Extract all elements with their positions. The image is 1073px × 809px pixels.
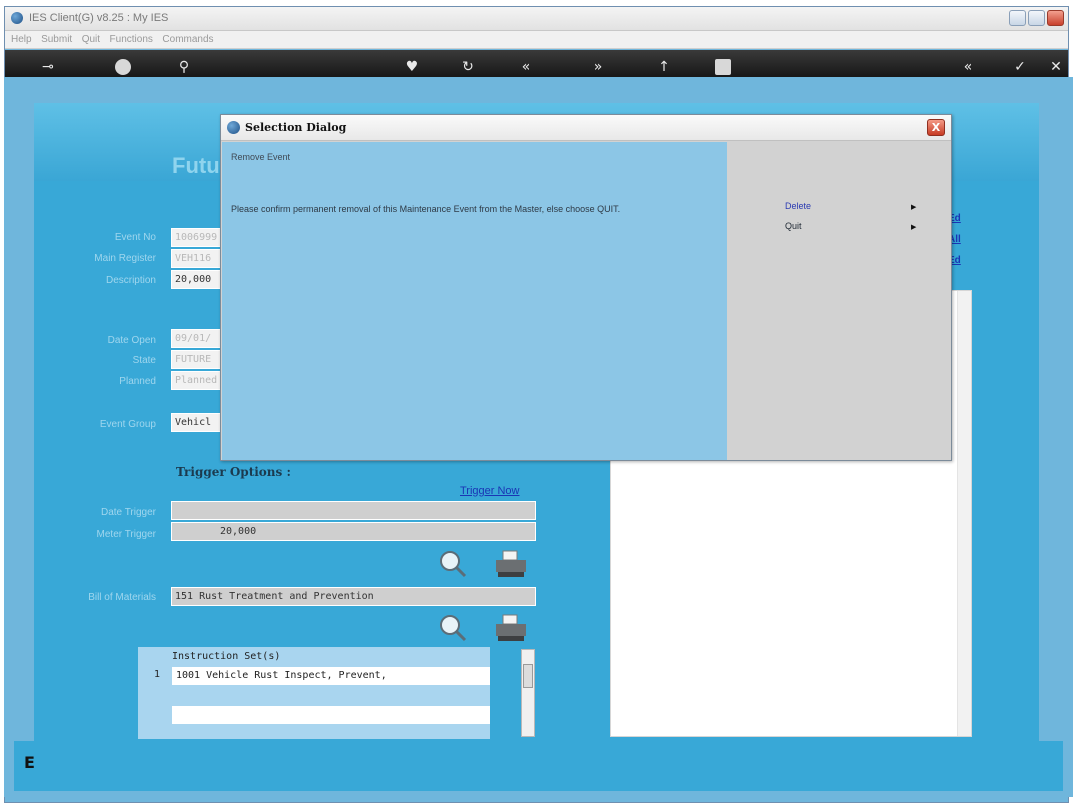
dialog-message: Please confirm permanent removal of this…: [231, 204, 621, 214]
selection-dialog: Selection Dialog X Remove Event Please c…: [220, 114, 952, 461]
printer-icon[interactable]: [494, 549, 528, 579]
search-icon[interactable]: [438, 613, 468, 643]
submenu-arrow-icon: ▶: [911, 203, 917, 211]
event-no-field[interactable]: 1006999: [171, 228, 221, 247]
fast-forward-icon[interactable]: »: [587, 58, 609, 76]
event-no-label: Event No: [114, 232, 156, 243]
menu-help[interactable]: Help: [11, 34, 32, 45]
fast-back-icon[interactable]: «: [957, 58, 979, 76]
date-trigger-label: Date Trigger: [100, 507, 156, 518]
description-field[interactable]: 20,000: [171, 270, 221, 289]
dialog-heading: Remove Event: [231, 152, 291, 162]
dialog-title-bar: Selection Dialog X: [221, 115, 951, 141]
app-logo-icon: [11, 12, 23, 24]
instruction-set-header: Instruction Set(s): [172, 651, 281, 662]
key-icon[interactable]: ⊸: [33, 58, 63, 76]
up-icon[interactable]: ↑: [653, 58, 675, 76]
menu-commands[interactable]: Commands: [162, 34, 213, 45]
planned-label: Planned: [119, 376, 156, 387]
main-register-field[interactable]: VEH116: [171, 249, 221, 268]
menu-submit[interactable]: Submit: [41, 34, 72, 45]
refresh-icon[interactable]: ↻: [457, 58, 479, 76]
state-label: State: [132, 355, 156, 366]
date-trigger-field[interactable]: [171, 501, 536, 520]
app-logo-icon: [227, 121, 240, 134]
form-title: Futu: [172, 153, 220, 178]
printer-icon[interactable]: [494, 613, 528, 643]
dialog-close-button[interactable]: X: [927, 119, 945, 136]
menu-functions[interactable]: Functions: [110, 34, 153, 45]
help-icon[interactable]: [115, 59, 131, 75]
main-register-label: Main Register: [94, 253, 156, 264]
date-open-field[interactable]: 09/01/: [171, 329, 221, 348]
bottom-letter: E: [24, 753, 35, 772]
search-icon[interactable]: [438, 549, 468, 579]
list-item-empty[interactable]: [172, 706, 490, 724]
instruction-set-scrollbar[interactable]: [521, 649, 535, 737]
menu-bar: Help Submit Quit Functions Commands: [5, 31, 1068, 49]
stop-icon[interactable]: [715, 59, 731, 75]
submenu-arrow-icon: ▶: [911, 223, 917, 231]
row-number: 1: [154, 669, 161, 680]
trigger-options-title: Trigger Options :: [176, 465, 291, 479]
search-icon[interactable]: ⚲: [173, 58, 195, 76]
heart-icon[interactable]: ♥: [401, 58, 423, 76]
close-icon[interactable]: ✕: [1045, 58, 1067, 76]
trigger-now-link[interactable]: Trigger Now: [460, 485, 520, 497]
planned-field[interactable]: Planned: [171, 371, 221, 390]
maximize-button[interactable]: [1028, 10, 1045, 26]
meter-trigger-field[interactable]: 20,000: [171, 522, 536, 541]
window-title: IES Client(G) v8.25 : My IES: [29, 12, 169, 24]
dialog-message-area: Remove Event Please confirm permanent re…: [222, 142, 727, 460]
bill-of-materials-label: Bill of Materials: [88, 592, 156, 603]
event-group-label: Event Group: [99, 419, 156, 430]
list-item[interactable]: 1001 Vehicle Rust Inspect, Prevent,: [172, 667, 490, 685]
minimize-button[interactable]: [1009, 10, 1026, 26]
close-window-button[interactable]: [1047, 10, 1064, 26]
scrollbar-thumb[interactable]: [523, 664, 533, 688]
notes-scrollbar[interactable]: [957, 291, 971, 736]
date-open-label: Date Open: [107, 335, 156, 346]
menu-quit[interactable]: Quit: [82, 34, 100, 45]
description-label: Description: [105, 275, 156, 286]
rewind-icon[interactable]: «: [515, 58, 537, 76]
dialog-title: Selection Dialog: [245, 121, 347, 134]
title-bar: IES Client(G) v8.25 : My IES: [5, 7, 1068, 31]
bill-of-materials-field[interactable]: 151 Rust Treatment and Prevention: [171, 587, 536, 606]
quit-option[interactable]: Quit: [785, 221, 802, 231]
bottom-bar: [14, 741, 1063, 791]
delete-option[interactable]: Delete: [785, 201, 811, 211]
state-field[interactable]: FUTURE: [171, 350, 221, 369]
check-icon[interactable]: ✓: [1009, 58, 1031, 76]
meter-trigger-label: Meter Trigger: [96, 529, 156, 540]
event-group-field[interactable]: Vehicl: [171, 413, 221, 432]
